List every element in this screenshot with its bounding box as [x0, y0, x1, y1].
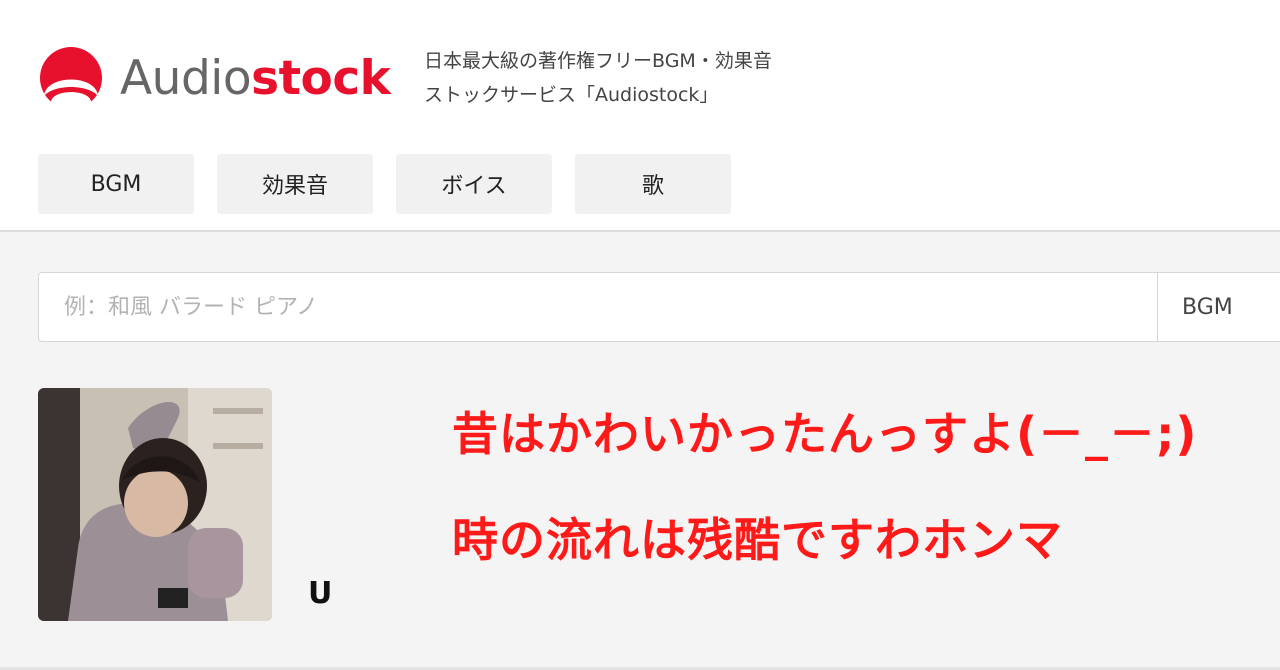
brand-logo[interactable]: Audiostock — [38, 46, 391, 110]
brand-wordmark: Audiostock — [120, 55, 391, 102]
category-bgm-button[interactable]: BGM — [38, 154, 194, 214]
brand-name-part1: Audio — [120, 50, 252, 106]
category-song-button[interactable]: 歌 — [575, 154, 731, 214]
tagline-line2: ストックサービス「Audiostock」 — [424, 84, 719, 106]
tagline-line1: 日本最大級の著作権フリーBGM・効果音 — [424, 50, 772, 72]
audiostock-logo-icon — [40, 47, 102, 110]
avatar-photo — [38, 388, 272, 621]
page: Audiostock 日本最大級の著作権フリーBGM・効果音 ストックサービス「… — [0, 0, 1280, 670]
overlay-caption-line1: 昔はかわいかったんっすよ(－_－;) — [452, 407, 1198, 461]
search-type-select[interactable]: BGM — [1157, 273, 1280, 341]
username: U — [308, 576, 333, 611]
overlay-caption-line2: 時の流れは残酷ですわホンマ — [452, 513, 1063, 567]
category-voice-button[interactable]: ボイス — [396, 154, 552, 214]
search-input[interactable] — [39, 273, 1157, 341]
brand-name-part2: stock — [251, 50, 391, 106]
category-sound-effects-button[interactable]: 効果音 — [217, 154, 373, 214]
site-tagline: 日本最大級の著作権フリーBGM・効果音 ストックサービス「Audiostock」 — [424, 44, 772, 112]
category-nav: BGM 効果音 ボイス 歌 — [38, 154, 754, 214]
site-header: Audiostock 日本最大級の著作権フリーBGM・効果音 ストックサービス「… — [0, 0, 1280, 232]
avatar — [38, 388, 272, 621]
search-bar: BGM — [38, 272, 1280, 342]
